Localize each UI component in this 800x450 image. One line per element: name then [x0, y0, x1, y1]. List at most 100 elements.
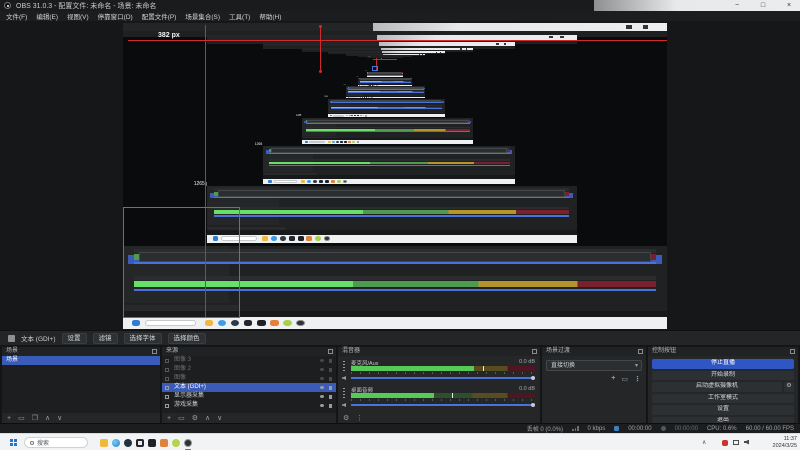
speaker-icon[interactable]	[342, 376, 346, 380]
visibility-icon[interactable]	[320, 404, 324, 407]
controls-panel: 控制按钮 停止直播 开始录制 启动虚拟摄像机 ⚙ 工作室模式 设置 退出	[648, 347, 798, 423]
advanced-audio-icon[interactable]: ⚙	[343, 414, 349, 422]
tray-chevron-icon[interactable]: ∧	[702, 439, 706, 446]
mixer-menu-icon[interactable]: ⋮	[356, 414, 363, 422]
visibility-icon[interactable]	[320, 377, 324, 380]
menu-edit[interactable]: 编辑(E)	[36, 11, 58, 21]
panel-options-icon[interactable]	[532, 349, 537, 354]
taskbar-search[interactable]: 搜索	[24, 437, 88, 448]
exit-button[interactable]: 退出	[652, 416, 794, 423]
panel-options-icon[interactable]	[638, 349, 643, 354]
studio-mode-button[interactable]: 工作室模式	[652, 393, 794, 403]
guide-line-horizontal	[128, 40, 667, 41]
source-row[interactable]: 游戏采集	[162, 401, 336, 410]
remove-transition-icon[interactable]: ▭	[621, 375, 628, 383]
lock-icon[interactable]	[329, 358, 332, 363]
app-icon[interactable]	[148, 438, 156, 447]
volume-slider[interactable]	[351, 376, 535, 380]
panel-options-icon[interactable]	[152, 349, 157, 354]
stop-streaming-button[interactable]: 停止直播	[652, 359, 794, 369]
start-button[interactable]	[10, 439, 13, 442]
app-icon[interactable]	[160, 438, 168, 447]
sources-list: 图像 3 图像 2 图像 文本 (GDI+) 显示器采集 游戏采集	[162, 356, 336, 413]
obs-tray-icon[interactable]	[722, 439, 728, 446]
clock-date: 2024/3/25	[772, 442, 797, 449]
source-properties-icon[interactable]: ⚙	[192, 414, 198, 422]
lock-icon[interactable]	[329, 394, 332, 399]
channel-menu-icon[interactable]	[343, 388, 345, 400]
preview-canvas[interactable]: 382 px1265 px382 px1265 px382 px1265 px3…	[0, 21, 800, 330]
volume-meter	[351, 393, 535, 398]
move-down-icon[interactable]: ∨	[57, 414, 62, 422]
maximize-button[interactable]: □	[755, 1, 771, 10]
menu-scene-collection[interactable]: 场景集合(S)	[185, 11, 220, 21]
remove-scene-icon[interactable]: ▭	[18, 414, 25, 422]
obs-app-icon	[4, 2, 11, 9]
taskbar-clock[interactable]: 11:37 2024/3/25	[755, 436, 797, 449]
volume-icon[interactable]	[744, 439, 749, 445]
select-color-button[interactable]: 选择颜色	[167, 332, 206, 344]
window-title: OBS 31.0.3 - 配置文件: 未命名 - 场景: 未命名	[16, 3, 157, 10]
remove-source-icon[interactable]: ▭	[178, 414, 185, 422]
virtual-camera-settings-icon[interactable]: ⚙	[784, 382, 794, 392]
guide-endpoint-dot	[319, 70, 322, 73]
close-button[interactable]: ×	[781, 1, 797, 10]
transition-buttons: + ▭ ⋮	[611, 375, 641, 383]
lock-icon[interactable]	[329, 385, 332, 390]
speaker-icon[interactable]	[342, 403, 346, 407]
guide-measurement-label: 382 px	[158, 32, 180, 39]
lock-icon[interactable]	[329, 367, 332, 372]
menu-view[interactable]: 视图(V)	[67, 11, 89, 21]
lock-icon[interactable]	[329, 403, 332, 408]
scene-filters-icon[interactable]: ❐	[32, 414, 38, 422]
scenes-panel-title: 场景	[2, 347, 160, 356]
volume-slider[interactable]	[351, 403, 535, 407]
source-row[interactable]: 图像 2	[162, 365, 336, 374]
add-transition-icon[interactable]: +	[611, 375, 615, 383]
source-row[interactable]: 显示器采集	[162, 392, 336, 401]
move-down-icon[interactable]: ∨	[217, 414, 222, 422]
visibility-icon[interactable]	[320, 386, 324, 389]
obs-taskbar-icon[interactable]	[184, 438, 192, 447]
source-selection-box[interactable]	[123, 207, 240, 318]
source-row[interactable]: 图像 3	[162, 356, 336, 365]
menu-docks[interactable]: 停靠窗口(D)	[98, 11, 133, 21]
lock-icon[interactable]	[329, 376, 332, 381]
transition-select[interactable]: 直接切换 ▾	[546, 360, 642, 371]
scenes-panel: 场景 场景 + ▭ ❐ ∧ ∨	[2, 347, 160, 423]
source-row[interactable]: 图像	[162, 374, 336, 383]
visibility-icon[interactable]	[320, 368, 324, 371]
filters-button[interactable]: 滤镜	[92, 332, 118, 344]
menu-tools[interactable]: 工具(T)	[229, 11, 250, 21]
app-icon[interactable]	[172, 438, 180, 447]
browser-icon[interactable]	[112, 438, 120, 447]
channel-menu-icon[interactable]	[343, 361, 345, 373]
select-font-button[interactable]: 选择字体	[123, 332, 162, 344]
visibility-icon[interactable]	[320, 359, 324, 362]
menu-profile[interactable]: 配置文件(P)	[142, 11, 177, 21]
add-scene-icon[interactable]: +	[7, 415, 11, 422]
visibility-icon[interactable]	[320, 395, 324, 398]
menu-help[interactable]: 帮助(H)	[259, 11, 281, 21]
channel-db-value: 0.0 dB	[519, 386, 535, 392]
transition-menu-icon[interactable]: ⋮	[634, 375, 641, 383]
scene-item[interactable]: 场景	[2, 356, 160, 365]
panel-options-icon[interactable]	[328, 349, 333, 354]
recording-indicator-icon	[660, 426, 666, 431]
add-source-icon[interactable]: +	[167, 415, 171, 422]
menu-file[interactable]: 文件(F)	[6, 11, 27, 21]
properties-button[interactable]: 设置	[61, 332, 87, 344]
file-explorer-icon[interactable]	[100, 438, 108, 447]
settings-button[interactable]: 设置	[652, 405, 794, 415]
source-row-selected[interactable]: 文本 (GDI+)	[162, 383, 336, 392]
start-recording-button[interactable]: 开始录制	[652, 370, 794, 380]
network-icon[interactable]	[733, 440, 739, 445]
move-up-icon[interactable]: ∧	[45, 414, 50, 422]
minimize-button[interactable]: −	[729, 1, 745, 10]
start-virtual-camera-button[interactable]: 启动虚拟摄像机	[652, 382, 782, 392]
mixer-footer: ⚙ ⋮	[338, 413, 540, 423]
move-up-icon[interactable]: ∧	[205, 414, 210, 422]
app-icon[interactable]	[136, 438, 144, 447]
steam-icon[interactable]	[124, 438, 132, 447]
panel-options-icon[interactable]	[790, 349, 795, 354]
